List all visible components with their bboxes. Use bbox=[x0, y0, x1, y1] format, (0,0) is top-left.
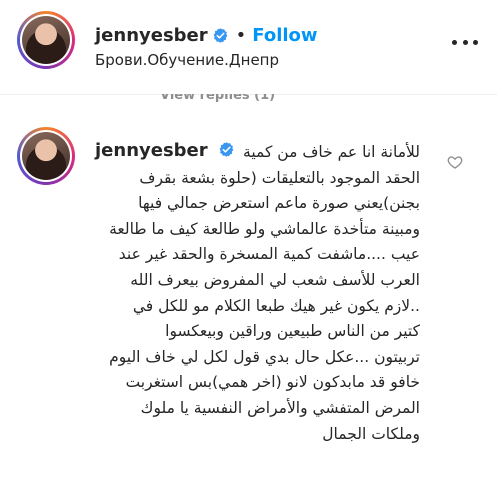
more-options-icon[interactable] bbox=[452, 32, 478, 52]
location-link[interactable]: Брови.Обучение.Днепр bbox=[95, 51, 279, 69]
comment-username[interactable]: jennyesber bbox=[95, 140, 208, 161]
comment-text-line: ..لازم يكون غير هيك طبعا الكلام مو للكل … bbox=[132, 296, 420, 315]
comment-text-line: خافو قد مابدكون لانو (اخر همي)بس استغربت bbox=[125, 373, 420, 392]
comment-text-line: كتير من الناس طبيعين وراقين وبيعكسوا bbox=[165, 322, 420, 341]
post-comments-panel: jennyesber • Follow Брови.Обучение.Днепр… bbox=[0, 0, 497, 484]
avatar-photo bbox=[22, 16, 70, 64]
avatar[interactable] bbox=[17, 11, 75, 69]
comment-text-line: المرض المتفشي والأمراض النفسية يا ملوك bbox=[140, 398, 420, 417]
comment-text-line: بجنن)يعني صورة ماعم استعرض جمالي فيها bbox=[138, 194, 420, 213]
avatar-photo bbox=[22, 132, 70, 180]
separator-dot: • bbox=[235, 24, 247, 46]
comment-text-line: الحقد الموجود بالتعليقات (حلوة بشعة بقرف bbox=[139, 168, 420, 187]
header-username[interactable]: jennyesber bbox=[95, 25, 208, 46]
comment-text: للأمانة انا عم خاف من كمية الحقد الموجود … bbox=[95, 140, 420, 447]
comment-username-row: jennyesber bbox=[95, 140, 239, 161]
comment-text-line: تربيتون ...عكل حال بدي قول لكل لي خاف ال… bbox=[109, 347, 420, 366]
comment-text-line: ومبينة متأخدة عالماشي ولو طالعة كيف ما ط… bbox=[109, 219, 420, 238]
header-user-row: jennyesber • Follow bbox=[95, 22, 318, 48]
verified-badge-icon bbox=[219, 142, 234, 157]
follow-button[interactable]: Follow bbox=[252, 25, 317, 46]
comment-text-line: عيب ....ماشفت كمية المسخرة والحقد غير عن… bbox=[118, 245, 420, 264]
post-header: jennyesber • Follow Брови.Обучение.Днепр bbox=[0, 0, 497, 95]
comment-avatar[interactable] bbox=[17, 127, 75, 185]
comment-body: للأمانة انا عم خاف من كمية الحقد الموجود … bbox=[95, 140, 420, 447]
heart-icon[interactable] bbox=[447, 154, 463, 170]
comment-text-line: العرب للأسف شعب لي المفروض بيعرف الله bbox=[130, 270, 420, 289]
comment-text-line: وملكات الجمال bbox=[322, 424, 420, 443]
verified-badge-icon bbox=[213, 27, 228, 43]
